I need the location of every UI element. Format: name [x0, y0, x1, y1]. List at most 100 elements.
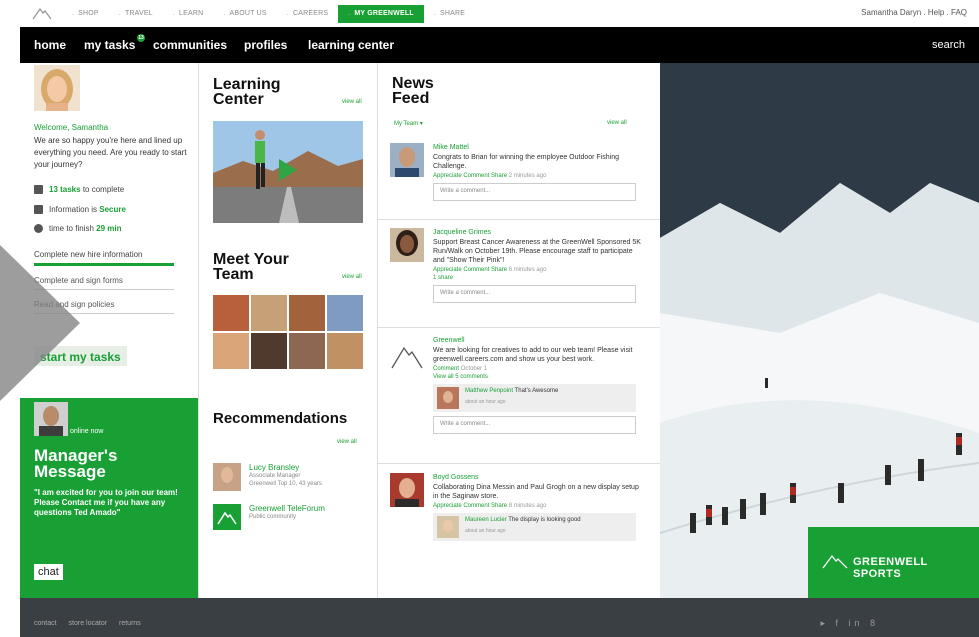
- recommendation-avatar: [213, 463, 241, 491]
- comment-input[interactable]: Write a comment...: [433, 285, 636, 303]
- post-author-avatar[interactable]: [390, 228, 424, 262]
- util-nav-shop[interactable]: SHOP: [62, 10, 109, 17]
- greenwell-logo-icon[interactable]: [32, 6, 52, 20]
- nav-my-tasks[interactable]: my tasks 13: [84, 34, 145, 52]
- news-view-all-link[interactable]: view all: [607, 120, 627, 126]
- greenwell-logo-icon[interactable]: [390, 336, 424, 370]
- learning-view-all-link[interactable]: view all: [342, 99, 362, 105]
- post-actions[interactable]: Appreciate Comment Share: [433, 173, 507, 179]
- stat-time-value: 29 min: [96, 224, 122, 233]
- util-nav-about-us[interactable]: ABOUT US: [213, 10, 276, 17]
- comment-input[interactable]: Write a comment...: [433, 416, 636, 434]
- feed-divider: [378, 327, 661, 328]
- footer: contact store locator returns ▸ f in 8: [20, 598, 979, 637]
- nav-search[interactable]: search: [932, 39, 965, 51]
- greenwell-logo-icon: [822, 554, 848, 569]
- team-member-avatar[interactable]: [289, 295, 325, 331]
- stat-security-label: Information is: [49, 205, 98, 214]
- commenter-name[interactable]: Maureen Lucier: [465, 517, 507, 523]
- team-member-avatar[interactable]: [213, 333, 249, 369]
- welcome-heading: Welcome, Samantha: [34, 123, 109, 132]
- util-nav-learn[interactable]: LEARN: [163, 10, 214, 17]
- team-member-avatar[interactable]: [327, 333, 363, 369]
- recommendation-role: Associate Manager: [249, 473, 301, 479]
- chat-button[interactable]: chat: [34, 564, 63, 580]
- post-time: 6 minutes ago: [508, 267, 547, 273]
- main-nav: home my tasks 13 communities profiles le…: [20, 27, 979, 63]
- mountain-climbers-image: [660, 63, 979, 598]
- util-nav-careers[interactable]: CAREERS: [277, 10, 338, 17]
- nav-home[interactable]: home: [34, 38, 66, 52]
- post-actions[interactable]: Comment: [433, 366, 459, 372]
- recommendation-item[interactable]: Greenwell TeleForum Public community: [213, 504, 325, 530]
- util-nav-share[interactable]: SHARE: [424, 10, 475, 17]
- manager-message-title: Manager's Message: [34, 446, 118, 481]
- post-text: Congrats to Brian for winning the employ…: [433, 154, 619, 170]
- stat-tasks-label: to complete: [82, 185, 125, 194]
- manager-status: online now: [70, 428, 104, 435]
- view-comments-link[interactable]: View all 5 comments: [433, 374, 488, 380]
- commenter-name[interactable]: Matthew Penpoint: [465, 388, 513, 394]
- meet-your-team-title: Meet Your Team: [213, 251, 289, 283]
- commenter-avatar[interactable]: [437, 516, 459, 538]
- recommendation-name[interactable]: Greenwell TeleForum: [249, 504, 325, 513]
- post-text: We are looking for creatives to add to o…: [433, 347, 633, 363]
- community-icon: [213, 504, 241, 530]
- hero-mountain-photo: [660, 63, 979, 598]
- post-actions[interactable]: Appreciate Comment Share: [433, 503, 507, 509]
- feed-divider: [378, 219, 661, 220]
- social-icons[interactable]: ▸ f in 8: [820, 618, 879, 629]
- commenter-avatar[interactable]: [437, 387, 459, 409]
- recommendation-role: Public community: [249, 514, 297, 520]
- post-text: Collaborating Dina Messin and Paul Grogh…: [433, 484, 639, 500]
- post-author-avatar[interactable]: [390, 143, 424, 177]
- post-author[interactable]: Greenwell: [433, 336, 645, 346]
- comment-input[interactable]: Write a comment...: [433, 183, 636, 201]
- team-member-avatar[interactable]: [327, 295, 363, 331]
- post-author-avatar[interactable]: [390, 473, 424, 507]
- comment-text: The display is looking good: [508, 517, 581, 523]
- recommendations-view-all-link[interactable]: view all: [337, 439, 357, 445]
- learning-video[interactable]: [213, 121, 363, 223]
- share-count-link[interactable]: 1 share: [433, 275, 453, 281]
- stat-tasks-value[interactable]: 13 tasks: [49, 185, 81, 194]
- nav-profiles[interactable]: profiles: [244, 38, 287, 52]
- footer-link-contact[interactable]: contact: [34, 620, 57, 627]
- footer-link-returns[interactable]: returns: [119, 620, 141, 627]
- user-avatar[interactable]: [34, 65, 80, 111]
- runner-video-thumbnail: [213, 121, 363, 223]
- team-member-avatar[interactable]: [251, 333, 287, 369]
- recommendation-name[interactable]: Lucy Bransley: [249, 463, 322, 472]
- manager-quote: "I am excited for you to join our team! …: [34, 488, 178, 517]
- post-author[interactable]: Mike Mattel: [433, 143, 645, 153]
- team-member-avatar[interactable]: [213, 295, 249, 331]
- stat-tasks: 13 tasks to complete: [34, 185, 124, 194]
- comment-time: about an hour ago: [465, 528, 506, 534]
- nav-learning-center[interactable]: learning center: [308, 38, 394, 52]
- stat-security: Information is Secure: [34, 205, 126, 214]
- comment-reply: Matthew Penpoint That's Awesome about an…: [433, 384, 636, 412]
- greenwell-sports-badge[interactable]: GREENWELL SPORTS: [808, 527, 979, 598]
- nav-communities[interactable]: communities: [153, 38, 227, 52]
- team-view-all-link[interactable]: view all: [342, 274, 362, 280]
- brand-name: GREENWELL SPORTS: [853, 556, 928, 580]
- stat-time: time to finish 29 min: [34, 224, 121, 233]
- team-member-avatar[interactable]: [289, 333, 325, 369]
- util-nav-my-greenwell[interactable]: MY GREENWELL: [338, 4, 424, 23]
- util-nav-travel[interactable]: TRAVEL: [109, 10, 163, 17]
- team-member-avatar[interactable]: [251, 295, 287, 331]
- news-filter-dropdown[interactable]: My Team ▾: [394, 120, 423, 127]
- welcome-message: We are so happy you're here and lined up…: [34, 136, 187, 169]
- news-feed-title: News Feed: [392, 75, 434, 107]
- tasks-count-badge: 13: [137, 34, 145, 42]
- post-author[interactable]: Boyd Gossens: [433, 473, 645, 483]
- account-links[interactable]: Samantha Daryn . Help . FAQ: [861, 8, 967, 17]
- post-author[interactable]: Jacqueline Grimes: [433, 228, 645, 238]
- recommendation-detail: Greenwell Top 10, 43 years: [249, 481, 322, 487]
- footer-link-store-locator[interactable]: store locator: [69, 620, 108, 627]
- post-actions[interactable]: Appreciate Comment Share: [433, 267, 507, 273]
- carousel-arrow-icon[interactable]: [0, 245, 80, 401]
- manager-avatar[interactable]: [34, 402, 68, 436]
- recommendation-item[interactable]: Lucy Bransley Associate Manager Greenwel…: [213, 463, 322, 491]
- recommendations-title: Recommendations: [213, 410, 348, 427]
